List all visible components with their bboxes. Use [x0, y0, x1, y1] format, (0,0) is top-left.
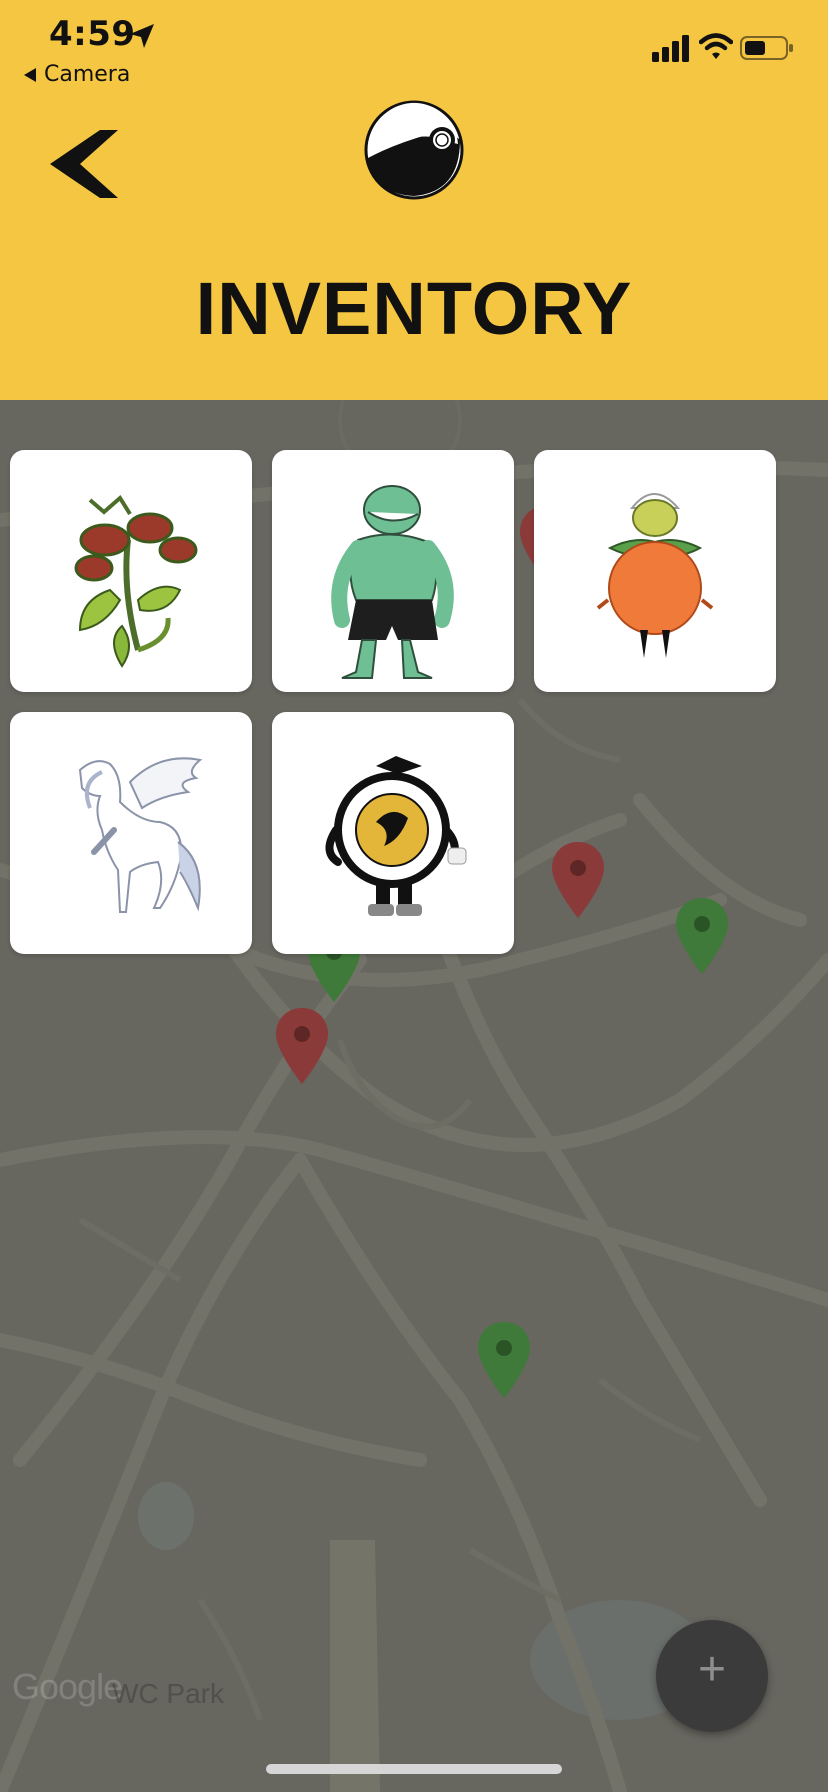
- map-place-label: WC Park: [112, 1678, 224, 1709]
- venus-flytrap-creature-image: [74, 494, 198, 668]
- inventory-item-ucf-seal[interactable]: [272, 712, 514, 954]
- chevron-left-icon[interactable]: [46, 126, 122, 202]
- inventory-item-venus-flytrap[interactable]: [10, 450, 252, 692]
- capture-ball-icon: [364, 100, 464, 200]
- white-pegasus-image: [78, 757, 203, 913]
- app-header: 4:59 Camera INVENTORY: [0, 0, 828, 400]
- status-time: 4:59: [49, 14, 136, 54]
- google-attribution: Google: [12, 1666, 123, 1707]
- battery-icon: [740, 36, 793, 60]
- location-arrow-icon: [130, 24, 154, 48]
- page-title: INVENTORY: [195, 267, 633, 350]
- plus-icon: +: [697, 1643, 727, 1696]
- back-app-label: Camera: [44, 62, 131, 87]
- inventory-item-pegasus[interactable]: [10, 712, 252, 954]
- map-pin[interactable]: [552, 842, 604, 918]
- wifi-icon: [699, 33, 733, 59]
- map-pin[interactable]: [676, 898, 728, 974]
- cellular-signal-icon: [652, 35, 689, 62]
- inventory-item-lizard-monster[interactable]: [272, 450, 514, 692]
- ucf-seal-mascot-image: [325, 756, 467, 916]
- orange-fruit-creature-image: [596, 493, 714, 658]
- back-triangle-icon: [24, 67, 36, 82]
- green-lizard-monster-image: [331, 485, 454, 679]
- map-pin[interactable]: [478, 1322, 530, 1398]
- add-button[interactable]: +: [656, 1620, 768, 1732]
- back-to-app-link[interactable]: Camera: [24, 62, 130, 87]
- map-pin[interactable]: [276, 1008, 328, 1084]
- inventory-item-orange-creature[interactable]: [534, 450, 776, 692]
- home-indicator[interactable]: [266, 1764, 562, 1774]
